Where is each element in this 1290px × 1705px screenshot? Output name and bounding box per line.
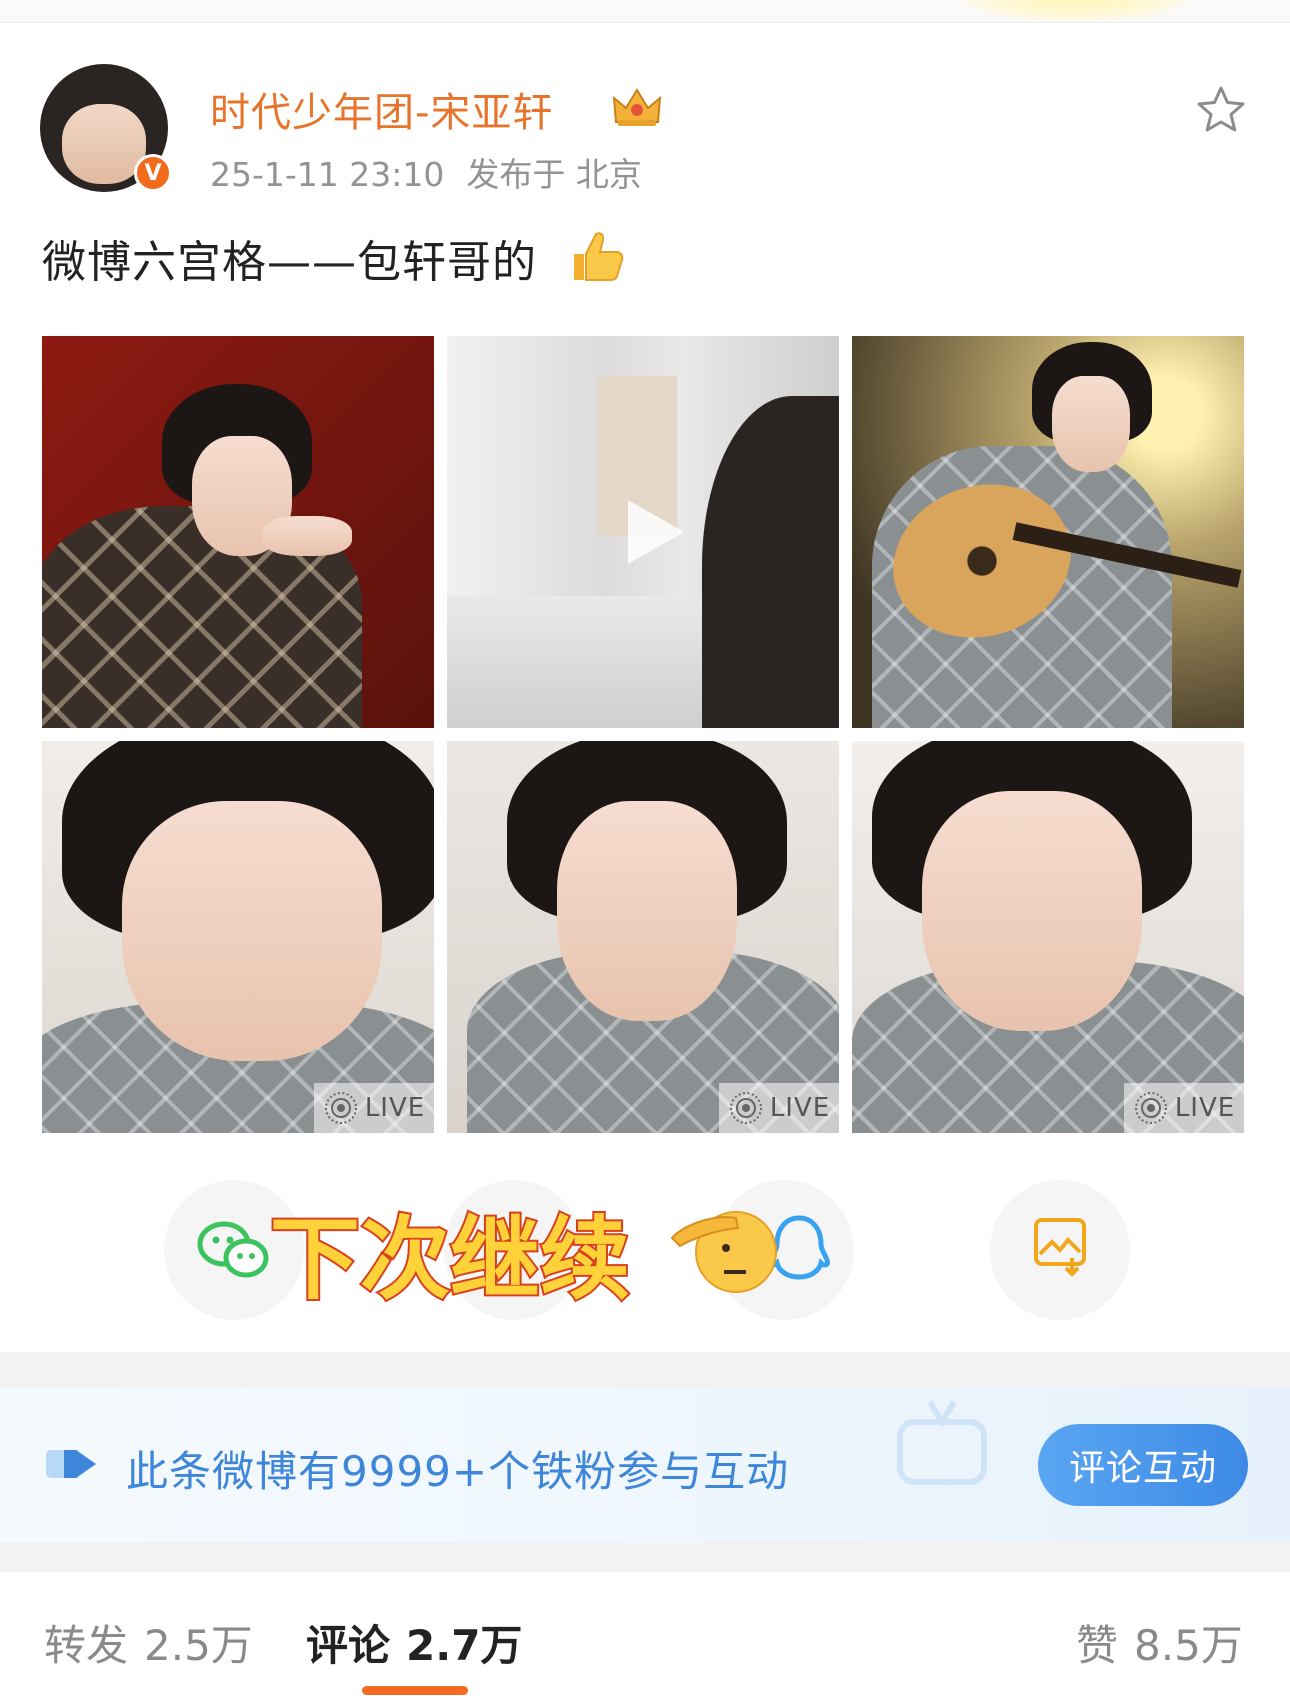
live-photo-icon (1134, 1092, 1167, 1124)
save-image-icon (1034, 1218, 1086, 1277)
live-label: LIVE (364, 1093, 426, 1123)
saluting-face-icon (670, 1211, 777, 1293)
media-photo-guitar[interactable] (852, 336, 1244, 728)
repost-label: 转发 (44, 1621, 129, 1670)
tab-repost[interactable]: 转发 2.5万 (44, 1612, 253, 1673)
media-live-photo-1[interactable] (42, 741, 434, 1133)
iron-fan-text: 此条微博有9999+个铁粉参与互动 (126, 1447, 790, 1496)
post-timestamp: 25-1-11 23:10 (210, 155, 445, 194)
crown-icon (612, 88, 662, 126)
live-badge: LIVE (719, 1083, 839, 1133)
live-photo-icon (729, 1092, 762, 1124)
username[interactable]: 时代少年团-宋亚轩 (210, 80, 553, 138)
separator (0, 1542, 1290, 1572)
play-icon[interactable] (612, 492, 692, 572)
live-badge: LIVE (314, 1083, 434, 1133)
live-label: LIVE (769, 1093, 831, 1123)
media-live-photo-3[interactable] (852, 741, 1244, 1133)
comment-count: 2.7万 (406, 1621, 523, 1670)
star-icon[interactable] (1195, 84, 1247, 136)
media-photo-1[interactable] (42, 336, 434, 728)
media-live-photo-2[interactable] (447, 741, 839, 1133)
like-label: 赞 (1076, 1621, 1119, 1670)
post-location: 发布于 北京 (466, 155, 642, 194)
verified-badge: V (134, 154, 172, 192)
wechat-icon (197, 1221, 269, 1278)
live-badge: LIVE (1124, 1083, 1244, 1133)
live-photo-icon (324, 1092, 357, 1124)
thumbs-up-icon (574, 232, 624, 281)
iron-fan-icon (46, 1450, 96, 1478)
tab-comment[interactable]: 评论 2.7万 (306, 1612, 522, 1673)
repost-count: 2.5万 (144, 1621, 253, 1670)
like-count: 8.5万 (1134, 1621, 1243, 1670)
post-meta: 25-1-11 23:10 发布于 北京 (210, 148, 642, 196)
separator (0, 1352, 1290, 1388)
active-tab-indicator (362, 1686, 468, 1695)
tab-like[interactable]: 赞 8.5万 (1076, 1612, 1243, 1673)
sticker-label: 下次继续 (270, 1207, 630, 1312)
sticker-text: 下次继续 (270, 1205, 632, 1314)
tv-decoration-icon (897, 1400, 987, 1485)
comment-label: 评论 (306, 1621, 391, 1670)
comment-interaction-button[interactable]: 评论互动 (1038, 1424, 1248, 1506)
top-decoration (960, 0, 1190, 22)
post-text: 微博六宫格——包轩哥的 (42, 237, 537, 288)
live-label: LIVE (1174, 1093, 1236, 1123)
